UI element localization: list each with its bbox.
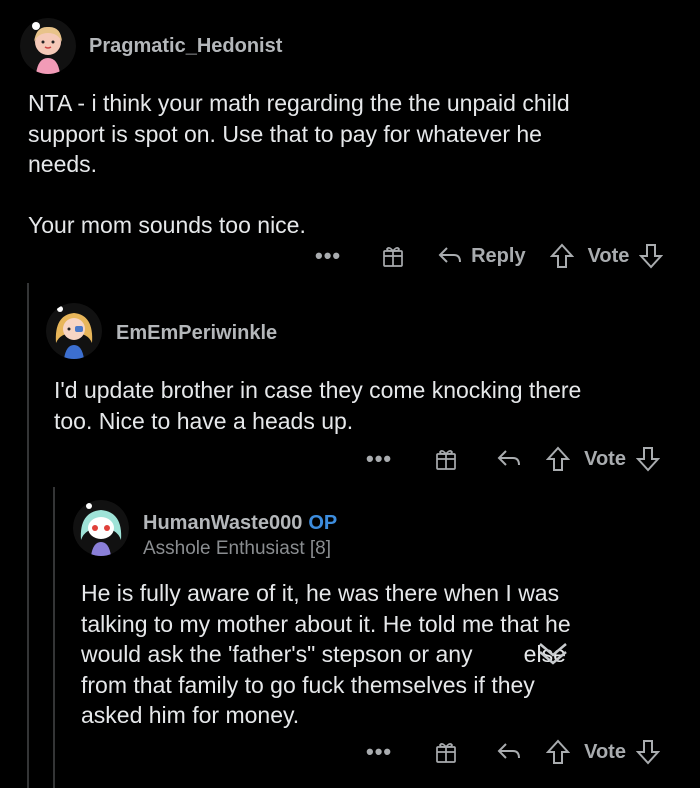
downvote-arrow-icon [635, 740, 660, 765]
reply-button[interactable] [496, 448, 522, 470]
comment-body: I'd update brother in case they come kno… [54, 377, 582, 434]
reply-button[interactable]: Reply [437, 244, 526, 268]
avatar[interactable] [46, 303, 102, 359]
more-options-button[interactable]: ••• [366, 446, 392, 472]
vote-label: Vote [587, 244, 630, 267]
gift-icon [436, 450, 456, 470]
avatar[interactable] [20, 18, 76, 74]
reply-button[interactable] [496, 741, 522, 763]
award-button[interactable] [381, 244, 405, 268]
comment-body: He is fully aware of it, he was there wh… [81, 580, 571, 728]
user-flair: Asshole Enthusiast [8] [143, 538, 331, 559]
username-text[interactable]: HumanWaste000 [143, 512, 302, 534]
collapse-chevron-icon[interactable] [535, 640, 571, 673]
upvote-button[interactable]: Vote [549, 243, 630, 269]
upvote-arrow-icon [546, 739, 571, 764]
downvote-button[interactable] [635, 446, 660, 472]
comment-actions: ••• Reply Vote [315, 239, 685, 273]
upvote-button[interactable]: Vote [546, 446, 626, 472]
thread-line-level-2[interactable] [53, 487, 55, 788]
upvote-arrow-icon [549, 243, 574, 268]
upvote-button[interactable]: Vote [546, 739, 626, 765]
thread-line-level-1[interactable] [27, 283, 29, 788]
comment-body: NTA - i think your math regarding the th… [28, 90, 570, 238]
username[interactable]: HumanWaste000 OP [143, 512, 337, 535]
reply-label: Reply [471, 244, 526, 267]
more-options-button[interactable]: ••• [315, 243, 341, 269]
reply-arrow-icon [497, 743, 521, 759]
award-button[interactable] [434, 740, 458, 764]
more-options-button[interactable]: ••• [366, 739, 392, 765]
award-button[interactable] [434, 447, 458, 471]
vote-label: Vote [584, 740, 626, 763]
gift-icon [383, 247, 403, 267]
downvote-button[interactable] [635, 739, 660, 765]
downvote-arrow-icon [639, 244, 664, 269]
username[interactable]: Pragmatic_Hedonist [89, 35, 282, 58]
comment-actions: ••• Vote [366, 442, 686, 476]
avatar-image [73, 500, 129, 556]
reply-arrow-icon [497, 450, 521, 466]
avatar-image [20, 18, 76, 74]
downvote-arrow-icon [635, 447, 660, 472]
upvote-arrow-icon [546, 446, 571, 471]
op-badge: OP [308, 512, 338, 534]
comment-actions: ••• Vote [366, 735, 686, 769]
downvote-button[interactable] [639, 243, 664, 269]
gift-icon [436, 743, 456, 763]
avatar[interactable] [73, 500, 129, 556]
avatar-image [46, 303, 102, 359]
reply-arrow-icon [438, 247, 462, 263]
username[interactable]: EmEmPeriwinkle [116, 322, 277, 345]
vote-label: Vote [584, 447, 626, 470]
